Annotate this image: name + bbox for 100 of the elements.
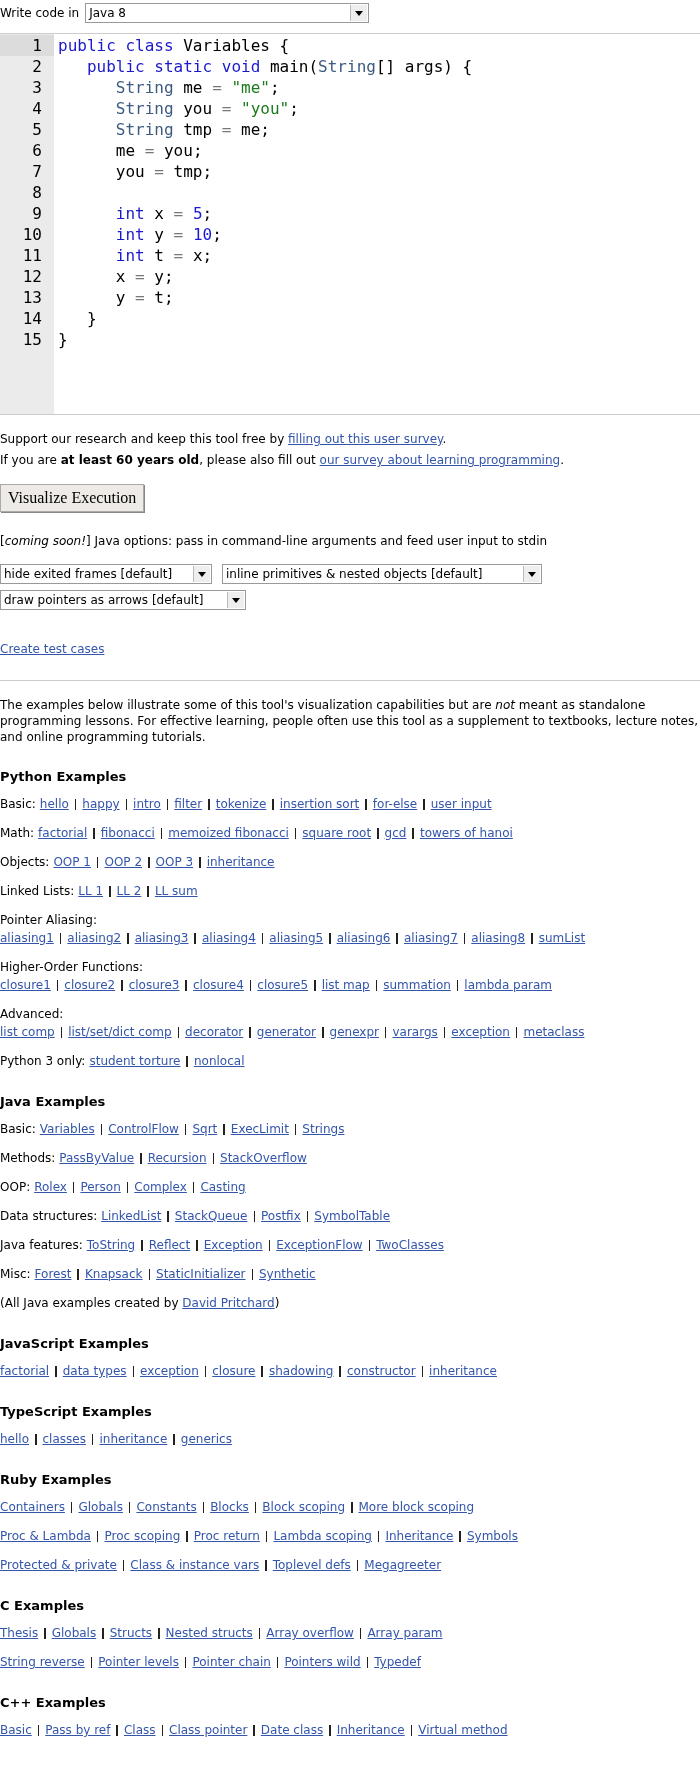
example-link[interactable]: LL sum [154,882,198,900]
example-link[interactable]: list comp [0,1023,55,1041]
survey-link[interactable]: our survey about learning programming [319,453,561,467]
example-link[interactable]: Proc return [193,1527,260,1545]
example-link[interactable]: StackOverflow [220,1149,307,1167]
example-link[interactable]: Strings [302,1120,345,1138]
example-link[interactable]: closure1 [0,976,51,994]
example-link[interactable]: closure4 [193,976,244,994]
example-link[interactable]: Casting [200,1178,246,1196]
example-link[interactable]: Virtual method [418,1721,508,1739]
example-link[interactable]: generics [180,1430,232,1448]
example-link[interactable]: Basic [0,1721,32,1739]
code-editor[interactable] [0,33,700,415]
example-link[interactable]: tokenize [215,795,267,813]
example-link[interactable]: square root [302,824,372,842]
example-link[interactable]: Sqrt [192,1120,218,1138]
example-link[interactable]: OOP 1 [53,853,91,871]
example-link[interactable]: Reflect [148,1236,191,1254]
example-link[interactable]: Class pointer [169,1721,248,1739]
example-link[interactable]: Inheritance [336,1721,405,1739]
example-link[interactable]: Synthetic [259,1265,316,1283]
example-link[interactable]: summation [383,976,451,994]
option-select[interactable]: inline primitives & nested objects [default] [222,564,542,584]
example-link[interactable]: classes [42,1430,86,1448]
create-test-cases-link[interactable]: Create test cases [0,642,105,656]
example-link[interactable]: More block scoping [358,1498,475,1516]
example-link[interactable]: lambda param [464,976,553,994]
example-link[interactable]: Block scoping [262,1498,345,1516]
example-link[interactable]: generator [256,1023,317,1041]
example-link[interactable]: aliasing3 [134,929,189,947]
example-link[interactable]: SymbolTable [314,1207,390,1225]
example-link[interactable]: aliasing5 [269,929,324,947]
example-link[interactable]: LL 2 [116,882,142,900]
example-link[interactable]: inheritance [206,853,275,871]
example-link[interactable]: closure5 [257,976,309,994]
example-link[interactable]: genexpr [329,1023,379,1041]
example-link[interactable]: Globals [78,1498,123,1516]
example-link[interactable]: Blocks [210,1498,249,1516]
example-link[interactable]: OOP 3 [155,853,194,871]
example-link[interactable]: student torture [89,1052,181,1070]
example-link[interactable]: list/set/dict comp [68,1023,172,1041]
example-link[interactable]: String reverse [0,1653,85,1671]
example-link[interactable]: inheritance [99,1430,168,1448]
example-link[interactable]: towers of hanoi [419,824,513,842]
example-link[interactable]: fibonacci [100,824,155,842]
example-link[interactable]: hello [0,1430,29,1448]
example-link[interactable]: Recursion [147,1149,207,1167]
author-link[interactable]: David Pritchard [182,1296,275,1310]
example-link[interactable]: user input [430,795,492,813]
example-link[interactable]: Rolex [34,1178,67,1196]
example-link[interactable]: exception [451,1023,510,1041]
example-link[interactable]: Postfix [261,1207,301,1225]
example-link[interactable]: Date class [260,1721,324,1739]
example-link[interactable]: LinkedList [101,1207,162,1225]
example-link[interactable]: happy [82,795,120,813]
example-link[interactable]: shadowing [268,1362,334,1380]
example-link[interactable]: decorator [185,1023,244,1041]
example-link[interactable]: LL 1 [78,882,104,900]
example-link[interactable]: insertion sort [279,795,360,813]
example-link[interactable]: factorial [0,1362,50,1380]
example-link[interactable]: StaticInitializer [156,1265,246,1283]
example-link[interactable]: Globals [51,1624,97,1642]
example-link[interactable]: Toplevel defs [272,1556,351,1574]
visualize-button[interactable]: Visualize Execution [0,484,145,512]
example-link[interactable]: Pointers wild [284,1653,361,1671]
example-link[interactable]: Person [80,1178,121,1196]
example-link[interactable]: Symbols [466,1527,518,1545]
example-link[interactable]: ToString [86,1236,136,1254]
example-link[interactable]: Knapsack [84,1265,143,1283]
example-link[interactable]: closure2 [64,976,116,994]
example-link[interactable]: Complex [134,1178,187,1196]
language-select[interactable]: Java 8 [85,3,370,23]
example-link[interactable]: memoized fibonacci [168,824,289,842]
example-link[interactable]: Megagreeter [364,1556,442,1574]
example-link[interactable]: constructor [347,1362,416,1380]
example-link[interactable]: Pass by ref [45,1721,111,1739]
example-link[interactable]: aliasing7 [403,929,458,947]
example-link[interactable]: Proc & Lambda [0,1527,91,1545]
example-link[interactable]: exception [140,1362,199,1380]
example-link[interactable]: TwoClasses [376,1236,444,1254]
example-link[interactable]: Exception [203,1236,263,1254]
example-link[interactable]: gcd [384,824,407,842]
example-link[interactable]: nonlocal [193,1052,245,1070]
example-link[interactable]: ExceptionFlow [276,1236,363,1254]
example-link[interactable]: closure3 [128,976,180,994]
example-link[interactable]: Array param [367,1624,443,1642]
example-link[interactable]: Containers [0,1498,65,1516]
example-link[interactable]: Pointer chain [192,1653,271,1671]
example-link[interactable]: inheritance [429,1362,497,1380]
example-link[interactable]: Variables [39,1120,95,1138]
example-link[interactable]: Thesis [0,1624,39,1642]
example-link[interactable]: ControlFlow [108,1120,179,1138]
example-link[interactable]: Constants [136,1498,197,1516]
example-link[interactable]: factorial [38,824,88,842]
example-link[interactable]: Pointer levels [98,1653,179,1671]
example-link[interactable]: list map [321,976,370,994]
example-link[interactable]: sumList [538,929,586,947]
example-link[interactable]: aliasing6 [336,929,391,947]
example-link[interactable]: hello [39,795,69,813]
example-link[interactable]: Forest [34,1265,72,1283]
